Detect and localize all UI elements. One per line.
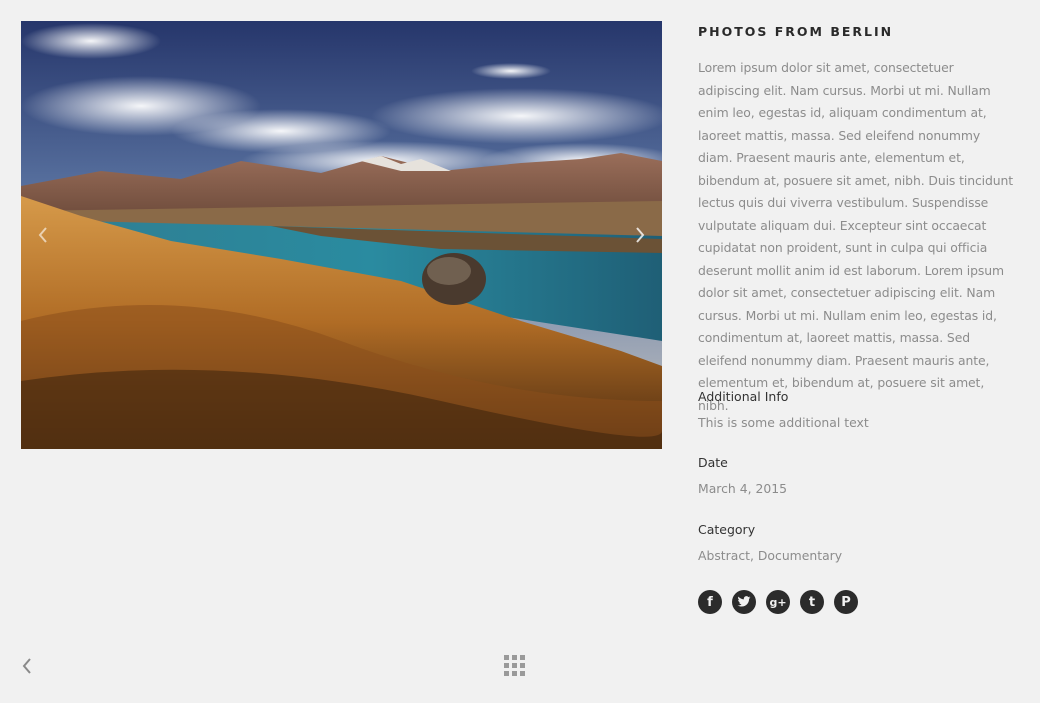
project-title: PHOTOS FROM BERLIN [698, 24, 894, 39]
tumblr-share-button[interactable]: t [800, 590, 824, 614]
category-section: Category Abstract, Documentary [698, 520, 1018, 566]
tumblr-icon: t [808, 594, 816, 610]
facebook-share-button[interactable]: f [698, 590, 722, 614]
google-plus-share-button[interactable]: g+ [766, 590, 790, 614]
category-value: Abstract, Documentary [698, 548, 843, 563]
twitter-icon [737, 596, 751, 607]
chevron-right-icon [636, 227, 645, 243]
chevron-left-icon [38, 227, 47, 243]
project-info: PHOTOS FROM BERLIN Lorem ipsum dolor sit… [698, 22, 1018, 614]
portfolio-grid-button[interactable] [504, 655, 526, 677]
twitter-share-button[interactable] [732, 590, 756, 614]
pinterest-share-button[interactable]: P [834, 590, 858, 614]
category-label: Category [698, 522, 756, 537]
slider-prev-button[interactable] [28, 220, 58, 250]
project-description: Lorem ipsum dolor sit amet, consectetuer… [698, 60, 1014, 413]
social-share-bar: f g+ t P [698, 590, 858, 614]
additional-info-section: Additional Info This is some additional … [698, 387, 1018, 433]
slider-next-button[interactable] [625, 220, 655, 250]
date-section: Date March 4, 2015 [698, 453, 1018, 499]
image-slider[interactable] [21, 21, 662, 449]
grid-icon [504, 655, 509, 660]
chevron-left-icon [22, 658, 31, 674]
additional-info-label: Additional Info [698, 389, 789, 404]
date-value: March 4, 2015 [698, 481, 788, 496]
landscape-photo [21, 21, 662, 449]
additional-info-value: This is some additional text [698, 415, 869, 430]
pinterest-icon: P [841, 594, 851, 610]
facebook-icon: f [707, 594, 713, 610]
google-plus-icon: g+ [769, 595, 787, 609]
back-button[interactable] [16, 654, 38, 678]
date-label: Date [698, 455, 728, 470]
